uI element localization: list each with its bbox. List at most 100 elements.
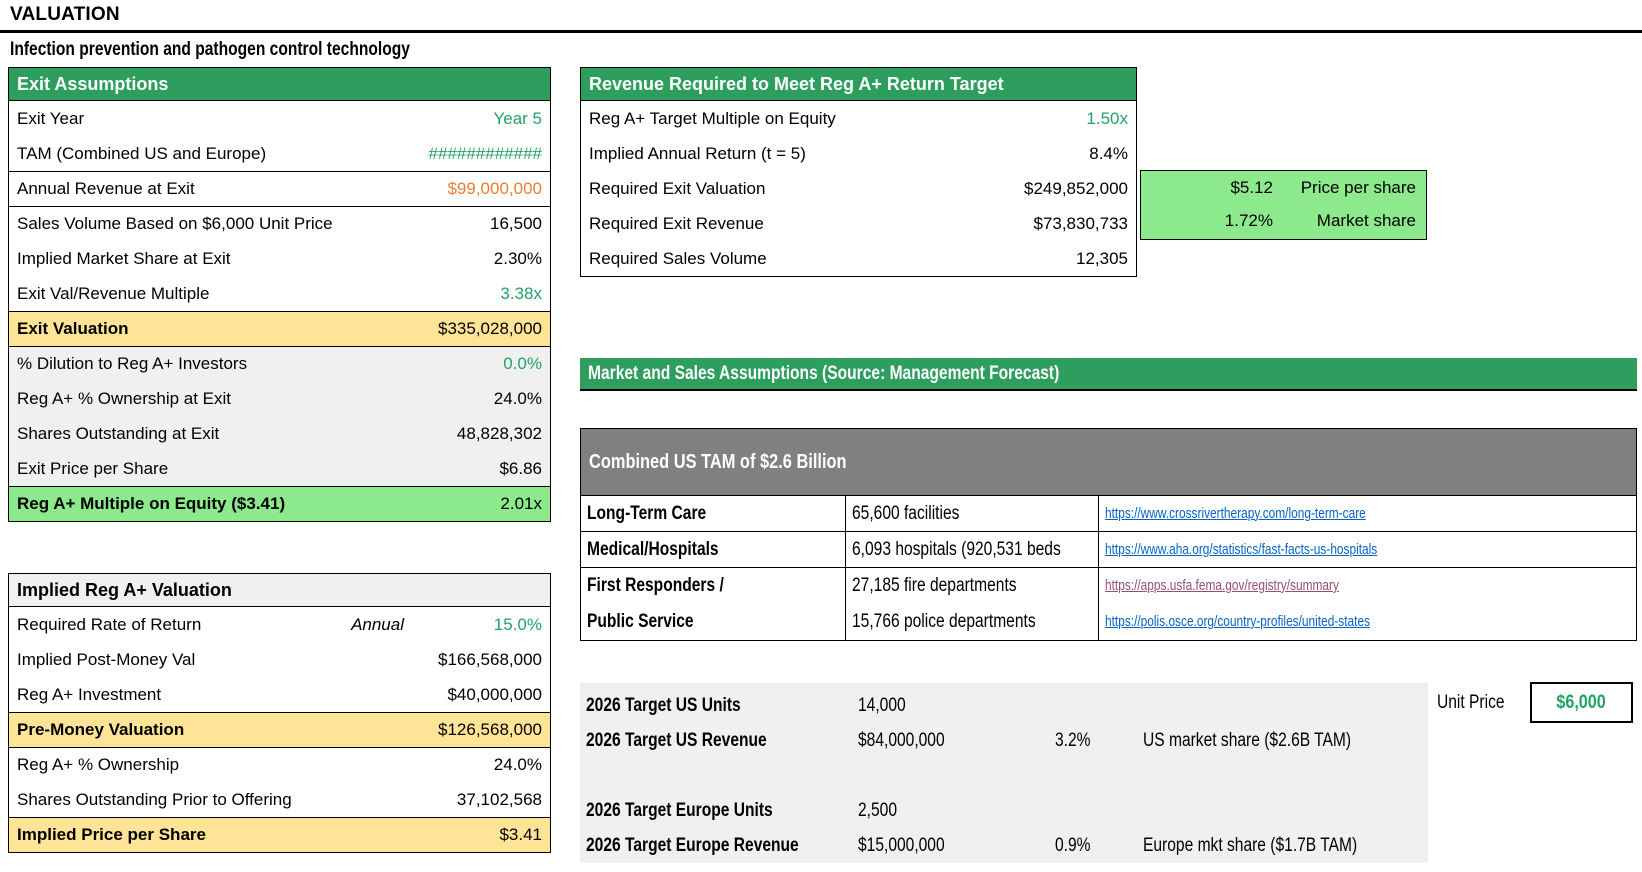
row-value[interactable]: 15.0%	[404, 615, 542, 635]
row-label: Exit Val/Revenue Multiple	[17, 283, 210, 303]
target-label: 2026 Target Europe Revenue	[586, 834, 799, 856]
row-value[interactable]: 2.01x	[500, 494, 542, 514]
target-label: 2026 Target US Revenue	[586, 729, 767, 751]
row-value[interactable]: 37,102,568	[457, 790, 542, 810]
unit-price-label: Unit Price	[1437, 692, 1505, 713]
target-row: 2026 Target Europe Revenue $15,000,000 0…	[580, 828, 1428, 863]
target-pct	[1046, 800, 1098, 822]
row-value[interactable]: 16,500	[490, 214, 542, 234]
tam-row: Long-Term Care 65,600 facilities https:/…	[581, 496, 1636, 531]
source-link[interactable]: https://apps.usfa.fema.gov/registry/summ…	[1105, 578, 1339, 594]
row-label: Reg A+ Investment	[17, 684, 162, 704]
row-value[interactable]: $40,000,000	[447, 685, 542, 705]
target-row: 2026 Target US Units 14,000	[580, 688, 1428, 723]
row-label: Required Exit Valuation	[589, 178, 766, 198]
row-value[interactable]: $73,830,733	[1033, 214, 1128, 234]
tam-row: Medical/Hospitals 6,093 hospitals (920,5…	[581, 531, 1636, 567]
target-note: US market share ($2.6B TAM)	[1143, 729, 1352, 751]
row-value[interactable]: $166,568,000	[438, 650, 542, 670]
table-row: Implied Annual Return (t = 5) 8.4%	[581, 136, 1136, 171]
row-value[interactable]: 2.30%	[494, 249, 542, 269]
segment-cell: First Responders / Public Service	[581, 568, 846, 640]
price-market-summary-box: $5.12 Price per share 1.72% Market share	[1140, 170, 1427, 240]
row-value-overflow[interactable]: ############	[429, 144, 542, 164]
row-value[interactable]: 24.0%	[494, 755, 542, 775]
table-row: Shares Outstanding Prior to Offering 37,1…	[9, 782, 550, 817]
table-row-highlight: Implied Price per Share $3.41	[9, 817, 550, 852]
title-divider	[0, 30, 1642, 33]
table-row: Sales Volume Based on $6,000 Unit Price 1…	[9, 206, 550, 241]
exit-assumptions-title: Exit Assumptions	[17, 73, 169, 94]
table-row: Implied Market Share at Exit 2.30%	[9, 241, 550, 276]
row-value[interactable]: $335,028,000	[438, 319, 542, 339]
row-label: Sales Volume Based on $6,000 Unit Price	[17, 214, 333, 233]
segment-stat[interactable]: 6,093 hospitals (920,531 beds	[852, 539, 1061, 561]
row-label: Exit Valuation	[17, 319, 129, 338]
summary-label: Price per share	[1300, 177, 1416, 197]
table-row: Reg A+ % Ownership at Exit 24.0%	[9, 381, 550, 416]
page-subtitle-text: Infection prevention and pathogen contro…	[10, 39, 410, 60]
stat-cell: 6,093 hospitals (920,531 beds	[846, 532, 1099, 567]
row-label: Reg A+ Target Multiple on Equity	[589, 108, 836, 128]
summary-row: $5.12 Price per share	[1141, 171, 1426, 204]
table-row: Required Exit Valuation $249,852,000	[581, 171, 1136, 206]
row-value[interactable]: 24.0%	[494, 389, 542, 409]
row-label: Exit Price per Share	[17, 458, 169, 478]
target-pct: 0.9%	[1054, 834, 1091, 856]
row-label: % Dilution to Reg A+ Investors	[17, 354, 248, 373]
row-value[interactable]: $3.41	[499, 825, 542, 845]
row-value[interactable]: $126,568,000	[438, 720, 542, 740]
table-row: Reg A+ Investment $40,000,000	[9, 677, 550, 712]
source-link[interactable]: https://www.crossrivertherapy.com/long-t…	[1105, 506, 1366, 522]
table-row: Shares Outstanding at Exit 48,828,302	[9, 416, 550, 451]
row-value[interactable]: $249,852,000	[1024, 179, 1128, 199]
revenue-required-table: Revenue Required to Meet Reg A+ Return T…	[580, 67, 1137, 277]
page-subtitle: Infection prevention and pathogen contro…	[10, 39, 498, 61]
target-value[interactable]: $15,000,000	[858, 835, 1046, 857]
table-row: Exit Year Year 5	[9, 101, 550, 136]
row-value[interactable]: Year 5	[493, 109, 542, 129]
row-label: Pre-Money Valuation	[17, 720, 185, 739]
table-row: Required Rate of Return Annual 15.0%	[9, 607, 550, 642]
row-label: Reg A+ Multiple on Equity ($3.41)	[17, 494, 286, 513]
row-value[interactable]: 8.4%	[1089, 144, 1128, 164]
segment-stat[interactable]: 15,766 police departments	[852, 611, 1036, 633]
unit-price-cell[interactable]: $6,000	[1530, 682, 1633, 723]
row-label: Required Sales Volume	[589, 248, 767, 268]
table-row: Implied Post-Money Val $166,568,000	[9, 642, 550, 677]
row-value[interactable]: 48,828,302	[457, 424, 542, 444]
row-value[interactable]: 12,305	[1076, 249, 1128, 269]
segment-stat[interactable]: 27,185 fire departments	[852, 575, 1017, 597]
segment-name: Medical/Hospitals	[587, 538, 719, 560]
summary-value[interactable]: 1.72%	[1181, 211, 1273, 231]
segment-cell: Medical/Hospitals	[581, 532, 846, 567]
table-row: Reg A+ % Ownership 24.0%	[9, 747, 550, 782]
table-row: Reg A+ Target Multiple on Equity 1.50x	[581, 101, 1136, 136]
segment-stat[interactable]: 65,600 facilities	[852, 503, 959, 525]
table-row: TAM (Combined US and Europe) ############	[9, 136, 550, 171]
target-value[interactable]: 2,500	[858, 800, 1046, 822]
row-value[interactable]: 3.38x	[500, 284, 542, 304]
revenue-required-title: Revenue Required to Meet Reg A+ Return T…	[589, 73, 1004, 94]
target-value[interactable]: 14,000	[858, 695, 1046, 717]
row-label: Reg A+ % Ownership	[17, 755, 180, 774]
table-row-result: Reg A+ Multiple on Equity ($3.41) 2.01x	[9, 486, 550, 521]
source-link[interactable]: https://www.aha.org/statistics/fast-fact…	[1105, 542, 1377, 558]
row-label: Annual Revenue at Exit	[17, 179, 195, 198]
row-label: Implied Annual Return (t = 5)	[589, 143, 806, 163]
tam-table-title: Combined US TAM of $2.6 Billion	[589, 450, 847, 473]
summary-value[interactable]: $5.12	[1181, 178, 1273, 198]
row-value[interactable]: 0.0%	[503, 354, 542, 374]
page-title: VALUATION	[10, 4, 120, 25]
source-link[interactable]: https://polis.osce.org/country-profiles/…	[1105, 614, 1370, 630]
row-value[interactable]: 1.50x	[1086, 109, 1128, 129]
row-value[interactable]: $99,000,000	[447, 179, 542, 199]
target-value[interactable]: $84,000,000	[858, 730, 1046, 752]
row-label: Exit Year	[17, 108, 85, 128]
targets-block: 2026 Target US Units 14,000 2026 Target …	[580, 683, 1428, 863]
target-note: Europe mkt share ($1.7B TAM)	[1143, 834, 1358, 856]
row-value[interactable]: $6.86	[499, 459, 542, 479]
market-assumptions-bar: Market and Sales Assumptions (Source: Ma…	[580, 358, 1637, 391]
tam-row: First Responders / Public Service 27,185…	[581, 567, 1636, 640]
target-row-spacer	[580, 758, 1428, 793]
